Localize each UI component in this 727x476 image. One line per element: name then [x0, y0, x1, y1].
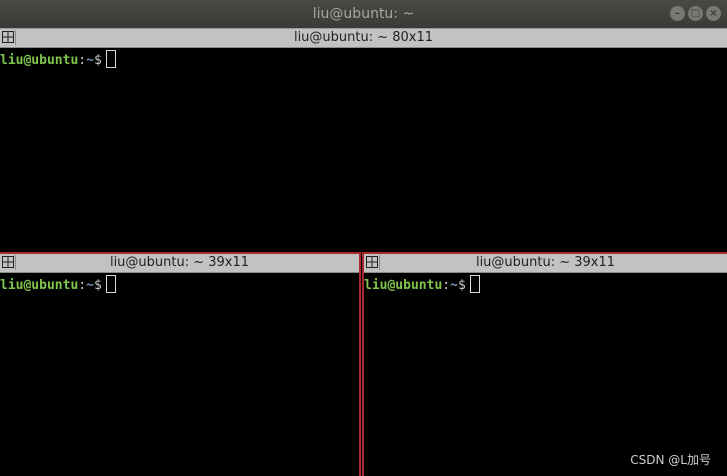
prompt-user-host: liu@ubuntu [0, 53, 79, 68]
prompt-user-host: liu@ubuntu [0, 278, 79, 293]
split-menu-icon[interactable] [1, 255, 16, 270]
pane-titlebar[interactable]: liu@ubuntu: ~ 80x11 [0, 28, 727, 48]
split-menu-icon[interactable] [1, 30, 16, 45]
prompt-path: ~ [86, 278, 94, 293]
prompt-path: ~ [86, 53, 94, 68]
prompt-user-host: liu@ubuntu [364, 278, 443, 293]
maximize-icon[interactable]: □ [688, 6, 703, 21]
close-icon[interactable]: × [706, 6, 721, 21]
terminal-output[interactable]: liu@ubuntu:~$ [364, 273, 727, 295]
split-menu-icon[interactable] [365, 255, 380, 270]
terminal-pane-top[interactable]: liu@ubuntu: ~ 80x11 liu@ubuntu:~$ [0, 28, 727, 252]
pane-title: liu@ubuntu: ~ 39x11 [475, 255, 616, 270]
minimize-icon[interactable]: – [670, 6, 685, 21]
terminal-pane-bottom-right[interactable]: liu@ubuntu: ~ 39x11 liu@ubuntu:~$ [362, 252, 727, 476]
prompt-symbol: $ [93, 278, 102, 293]
window-title: liu@ubuntu: ~ [312, 6, 415, 22]
text-cursor [105, 50, 116, 68]
window-controls: – □ × [670, 6, 721, 21]
terminal-output[interactable]: liu@ubuntu:~$ [0, 273, 359, 295]
terminal-window: liu@ubuntu: ~ – □ × liu@ubuntu: ~ 80x11 … [0, 0, 727, 476]
text-cursor [469, 275, 480, 293]
watermark: CSDN @L加号 [630, 453, 711, 467]
prompt-symbol: $ [93, 53, 102, 68]
prompt-symbol: $ [457, 278, 466, 293]
prompt-path: ~ [450, 278, 458, 293]
prompt-separator: : [78, 53, 87, 68]
pane-title: liu@ubuntu: ~ 80x11 [293, 30, 434, 45]
text-cursor [105, 275, 116, 293]
prompt-separator: : [78, 278, 87, 293]
prompt-separator: : [442, 278, 451, 293]
pane-titlebar[interactable]: liu@ubuntu: ~ 39x11 [0, 254, 359, 273]
window-titlebar[interactable]: liu@ubuntu: ~ – □ × [0, 0, 727, 28]
terminal-output[interactable]: liu@ubuntu:~$ [0, 48, 727, 70]
terminal-pane-bottom-left[interactable]: liu@ubuntu: ~ 39x11 liu@ubuntu:~$ [0, 252, 361, 476]
pane-title: liu@ubuntu: ~ 39x11 [109, 255, 250, 270]
pane-titlebar[interactable]: liu@ubuntu: ~ 39x11 [364, 254, 727, 273]
